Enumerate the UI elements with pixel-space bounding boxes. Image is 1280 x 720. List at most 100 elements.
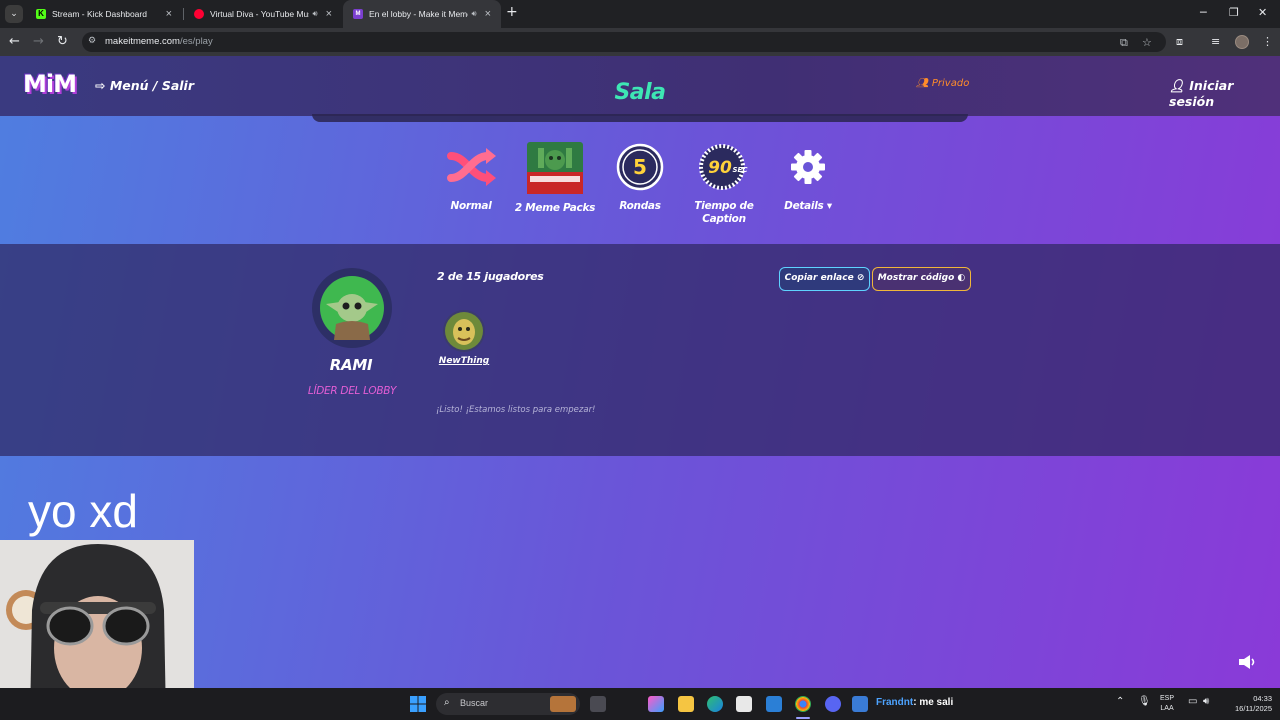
back-icon[interactable]: ← (9, 34, 20, 49)
windows-taskbar: ⌕ Buscar Frandnt: me sali ⌃ 🎙︎ ESP LAA ▭… (0, 688, 1280, 720)
menu-exit-label: Menú / Salir (109, 78, 194, 93)
ready-status: ¡Listo! ¡Estamos listos para empezar! (436, 405, 596, 415)
timer-value: 90 (708, 158, 732, 178)
leader-avatar (312, 268, 392, 348)
keyboard-layout: LAA (1160, 705, 1174, 712)
setting-details[interactable]: Details ▾ (758, 142, 858, 213)
active-app-indicator (796, 717, 810, 719)
clock-time: 04:33 (1253, 694, 1272, 703)
tab-title: Stream - Kick Dashboard (52, 9, 147, 19)
bookmark-star-icon[interactable]: ☆ (1142, 36, 1152, 49)
user-icon: 👤︎ (1169, 78, 1185, 93)
volume-icon[interactable]: 🔊︎ (1203, 696, 1209, 707)
profile-avatar[interactable] (1235, 35, 1249, 49)
header-tab-shadow (312, 114, 968, 122)
search-highlight-image (550, 696, 576, 712)
timer-unit: SEC (733, 166, 749, 174)
baby-yoda-avatar-image (320, 276, 384, 340)
privacy-badge[interactable]: 👥︎ Privado (916, 78, 969, 89)
search-placeholder: Buscar (460, 698, 489, 708)
clock-date: 16/11/2025 (1235, 704, 1272, 713)
cast-icon[interactable]: ⧉ (1120, 36, 1128, 50)
player-avatar[interactable] (443, 310, 485, 352)
show-code-label: Mostrar código (877, 273, 955, 283)
restore-icon[interactable]: ❐ (1229, 6, 1239, 19)
app-icon[interactable] (852, 696, 868, 712)
speaker-icon[interactable]: 🔊︎ (472, 9, 477, 19)
media-controls-icon[interactable]: ≡ (1211, 35, 1220, 48)
site-header: MiM ⇨ Menú / Salir Sala 👥︎ Privado 👤︎ In… (0, 56, 1280, 116)
rounds-icon: 5 (616, 143, 664, 191)
new-tab-button[interactable]: + (506, 4, 518, 20)
extensions-icon[interactable]: ⧈ (1176, 35, 1183, 49)
chat-notification[interactable]: Frandnt: me sali (876, 697, 953, 708)
windows-start-icon[interactable] (410, 696, 426, 712)
room-title: Sala (614, 80, 666, 105)
tab-search-icon[interactable]: ⌄ (5, 5, 23, 23)
tab-kick[interactable]: K Stream - Kick Dashboard × (26, 0, 182, 28)
tab-strip: ⌄ K Stream - Kick Dashboard × Virtual Di… (0, 0, 1280, 28)
close-icon[interactable]: × (326, 8, 332, 20)
stream-overlay-text: yo xd (28, 485, 138, 537)
chrome-icon[interactable] (795, 696, 811, 712)
leader-name: RAMI (329, 356, 373, 374)
lobby-panel (0, 244, 1280, 456)
taskbar-search[interactable]: ⌕ Buscar (436, 693, 580, 715)
site-info-icon[interactable]: ⚙ (88, 36, 96, 46)
site-logo[interactable]: MiM (23, 70, 77, 98)
copilot-icon[interactable] (648, 696, 664, 712)
url-text: makeitmeme.com/es/play (105, 36, 213, 47)
close-window-icon[interactable]: ✕ (1258, 6, 1267, 19)
timer-icon: 90 SEC (699, 144, 749, 190)
tab-youtube-music[interactable]: Virtual Diva - YouTube Music 🔊︎ × (184, 0, 342, 28)
player-name[interactable]: NewThing (433, 356, 495, 366)
youtube-music-icon (194, 9, 204, 19)
network-icon[interactable]: ▭ (1188, 696, 1197, 707)
shuffle-icon (447, 148, 496, 186)
edge-icon[interactable] (707, 696, 723, 712)
players-current: 2 (437, 270, 445, 283)
copy-link-button[interactable]: Copiar enlace ⊘ (779, 267, 870, 291)
close-icon[interactable]: × (485, 8, 491, 20)
microphone-icon[interactable]: 🎙︎ (1138, 696, 1151, 707)
group-icon: 👥︎ (916, 78, 929, 89)
browser-toolbar: ← → ↻ ⚙ makeitmeme.com/es/play ⧉ ☆ ⧈ ≡ ⋮ (0, 28, 1280, 56)
menu-exit-link[interactable]: ⇨ Menú / Salir (95, 78, 194, 93)
speaker-icon[interactable]: 🔊︎ (313, 9, 318, 19)
forward-icon[interactable]: → (33, 34, 44, 49)
file-explorer-icon[interactable] (678, 696, 694, 712)
language-indicator[interactable]: ESP LAA (1160, 694, 1174, 714)
speaker-icon[interactable] (1238, 654, 1258, 670)
language-code: ESP (1160, 695, 1175, 702)
mim-icon: M (353, 9, 363, 19)
url-host: makeitmeme.com (105, 36, 180, 47)
tab-make-it-meme[interactable]: M En el lobby - Make it Meme 🔊︎ × (343, 0, 501, 28)
players-sep: de (447, 270, 463, 283)
rounds-value: 5 (633, 155, 647, 179)
url-path: /es/play (179, 36, 213, 47)
meme-pack-icon (527, 142, 583, 194)
players-count: 2 de 15 jugadores (437, 270, 544, 283)
leader-role: LÍDER DEL LOBBY (307, 385, 397, 397)
tab-title: En el lobby - Make it Meme (369, 9, 468, 19)
minimize-icon[interactable]: ─ (1200, 6, 1207, 19)
mail-icon[interactable] (766, 696, 782, 712)
notification-user: Frandnt (876, 697, 914, 708)
players-max: 15 jugadores (466, 270, 544, 283)
kick-icon: K (36, 9, 46, 19)
reload-icon[interactable]: ↻ (57, 34, 68, 49)
task-view-icon[interactable] (590, 696, 606, 712)
show-code-button[interactable]: Mostrar código ◐ (872, 267, 971, 291)
system-clock[interactable]: 04:33 16/11/2025 (1222, 694, 1272, 714)
address-bar[interactable]: ⚙ makeitmeme.com/es/play ⧉ ☆ (82, 32, 1166, 52)
close-icon[interactable]: × (166, 8, 172, 20)
privacy-label: Privado (931, 78, 970, 89)
more-menu-icon[interactable]: ⋮ (1262, 35, 1273, 48)
login-link[interactable]: 👤︎ Iniciar sesión (1169, 78, 1280, 109)
details-label: Details (784, 200, 824, 212)
discord-icon[interactable] (825, 696, 841, 712)
tray-overflow-icon[interactable]: ⌃ (1116, 696, 1124, 707)
notification-message: : me sali (913, 697, 954, 708)
search-icon: ⌕ (444, 697, 450, 708)
store-icon[interactable] (736, 696, 752, 712)
